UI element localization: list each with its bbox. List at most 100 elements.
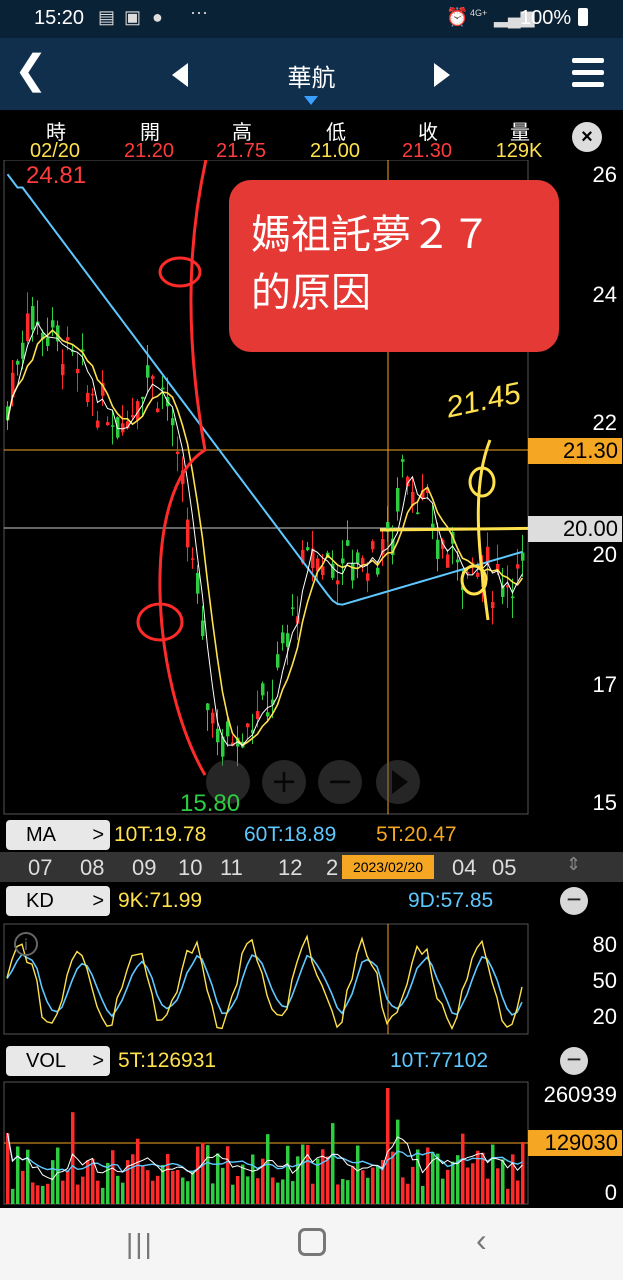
- volume-bar: [216, 1153, 220, 1204]
- candle-body: [276, 654, 280, 668]
- candle-body: [281, 632, 285, 644]
- ma-indicator-button[interactable]: MA >: [6, 820, 110, 850]
- volume-bar: [336, 1184, 340, 1204]
- kd-button-label: KD: [26, 890, 54, 912]
- price-tick: 15: [592, 790, 617, 815]
- candle-body: [206, 703, 210, 711]
- volume-bar: [46, 1183, 50, 1204]
- ma-button-label: MA: [26, 824, 56, 846]
- chevron-right-icon: >: [92, 1050, 104, 1072]
- candle-body: [66, 337, 70, 341]
- candle-body: [46, 337, 50, 346]
- volume-bar: [111, 1150, 115, 1204]
- candle-body: [91, 393, 95, 396]
- annotation-line-1: 媽祖託夢２７: [251, 213, 491, 257]
- volume-bar: [266, 1134, 270, 1204]
- volume-bar: [116, 1175, 120, 1204]
- volume-bar: [281, 1179, 285, 1204]
- candle-body: [511, 596, 515, 599]
- volume-bar: [121, 1182, 125, 1204]
- volume-bar: [141, 1166, 145, 1204]
- time-axis[interactable]: 07 08 09 10 11 12 2 2023/02/20 04 05 ⇕: [0, 852, 623, 882]
- vol-indicator-button[interactable]: VOL >: [6, 1046, 110, 1076]
- candle-body: [446, 554, 450, 568]
- candle-body: [306, 547, 310, 551]
- volume-bar: [11, 1188, 15, 1204]
- candle-body: [151, 376, 155, 380]
- collapse-kd-icon[interactable]: −: [560, 886, 588, 915]
- next-stock-icon[interactable]: [434, 63, 450, 87]
- nav-bar: ❮ 華航: [0, 38, 623, 110]
- candle-body: [401, 459, 405, 462]
- volume-bar: [131, 1154, 135, 1204]
- vol-max-tick: 260939: [543, 1082, 617, 1107]
- candle-body: [171, 418, 175, 426]
- recent-apps-icon[interactable]: |||: [126, 1228, 154, 1260]
- candle-body: [351, 563, 355, 581]
- chat-icon: ●: [152, 7, 163, 27]
- volume-bar: [491, 1144, 495, 1204]
- candle-body: [31, 306, 35, 330]
- candle-body: [436, 539, 440, 559]
- battery-percent: 100%: [520, 7, 572, 29]
- volume-bar: [201, 1142, 205, 1204]
- volume-bar: [271, 1177, 275, 1204]
- volume-bar: [346, 1180, 350, 1204]
- system-back-icon[interactable]: ‹: [476, 1222, 487, 1259]
- volume-bar: [181, 1177, 185, 1204]
- time-label: 12: [278, 855, 303, 880]
- menu-icon[interactable]: [572, 56, 604, 90]
- candle-body: [106, 422, 110, 426]
- candle-body: [51, 320, 55, 328]
- candle-body: [21, 342, 25, 359]
- volume-bar: [61, 1180, 65, 1204]
- candle-body: [161, 387, 165, 390]
- close-quote-icon[interactable]: ×: [572, 122, 602, 152]
- volume-bar: [246, 1176, 250, 1204]
- candle-body: [121, 423, 125, 433]
- candle-body: [61, 363, 65, 376]
- svg-text:i: i: [24, 936, 28, 954]
- candle-body: [376, 567, 380, 575]
- candle-body: [476, 572, 480, 577]
- volume-bar: [461, 1133, 465, 1204]
- candle-body: [261, 683, 265, 696]
- volume-bar: [436, 1153, 440, 1204]
- volume-bar: [91, 1158, 95, 1204]
- volume-bar: [256, 1178, 260, 1204]
- kd-legend-row: KD > 9K:71.99 9D:57.85 −: [0, 884, 623, 918]
- volume-bar: [101, 1187, 105, 1204]
- kd-tick: 80: [592, 932, 617, 957]
- stock-title[interactable]: 華航: [0, 58, 623, 93]
- selected-date-tag: 2023/02/20: [342, 855, 434, 879]
- kd-tick: 20: [592, 1004, 617, 1029]
- candle-body: [211, 712, 215, 724]
- kd-indicator-button[interactable]: KD >: [6, 886, 110, 916]
- volume-bar: [81, 1176, 85, 1204]
- volume-bar: [151, 1180, 155, 1204]
- volume-bar: [136, 1138, 140, 1204]
- volume-bar: [206, 1145, 210, 1204]
- price-tick: 22: [592, 410, 617, 435]
- candle-body: [186, 519, 190, 548]
- collapse-vol-icon[interactable]: −: [560, 1046, 588, 1075]
- price-tick: 17: [592, 672, 617, 697]
- ma60-value: 60T:18.89: [244, 823, 337, 846]
- volume-bar: [351, 1165, 355, 1204]
- candle-body: [291, 607, 295, 609]
- dropdown-indicator-icon: [304, 96, 318, 105]
- home-icon[interactable]: [298, 1228, 326, 1256]
- volume-bar: [186, 1181, 190, 1204]
- candle-body: [311, 548, 315, 569]
- candle-body: [191, 558, 195, 560]
- candle-body: [116, 417, 120, 438]
- volume-bar: [96, 1180, 100, 1204]
- resize-handle-icon[interactable]: ⇕: [566, 854, 581, 875]
- volume-bar: [441, 1178, 445, 1204]
- volume-bar: [311, 1183, 315, 1204]
- volume-bar: [226, 1146, 230, 1204]
- ma-legend-row: MA > 10T:19.78 60T:18.89 5T:20.47: [0, 818, 623, 852]
- candle-body: [96, 420, 100, 428]
- candle-body: [521, 552, 525, 561]
- candle-body: [16, 360, 20, 365]
